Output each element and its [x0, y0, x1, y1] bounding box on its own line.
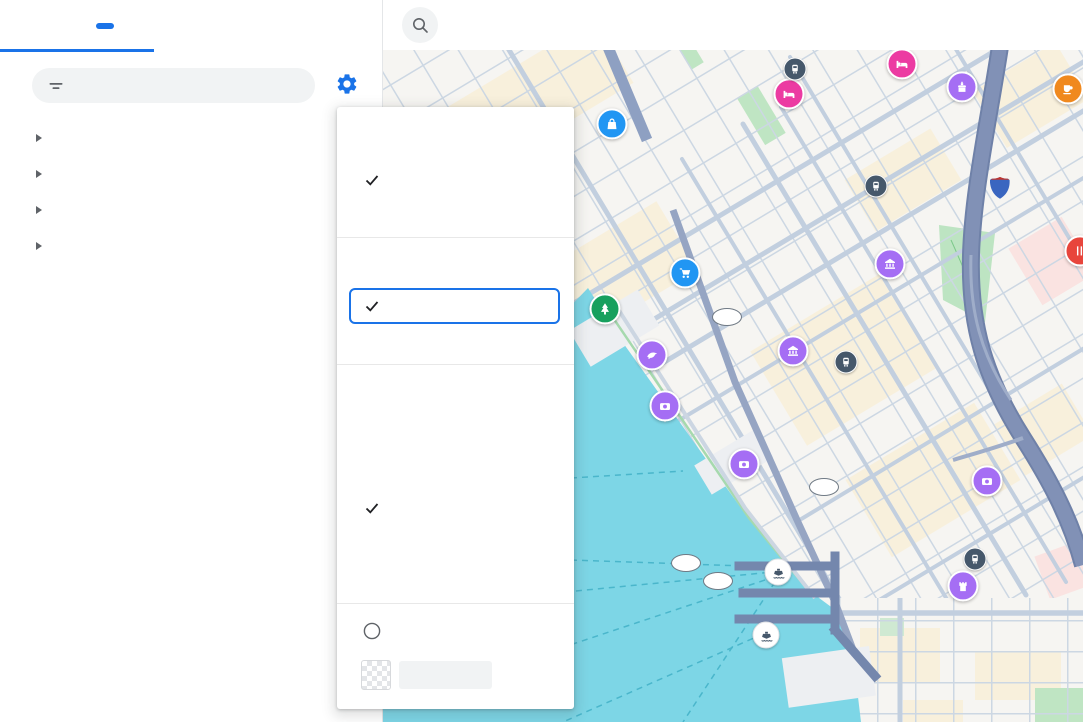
train-icon: [790, 64, 801, 75]
tree-item-political[interactable]: [0, 156, 382, 192]
panel-tabs: [0, 0, 382, 52]
park-marker[interactable]: [590, 293, 620, 333]
app-background-color-heading: [337, 610, 574, 652]
shopping-bag-icon: [606, 117, 619, 130]
fork-icon: [1074, 244, 1083, 257]
hotel-marker[interactable]: [887, 48, 917, 88]
market-marker[interactable]: [670, 257, 700, 297]
tower-marker[interactable]: [948, 570, 978, 610]
chevron-right-icon: [36, 206, 42, 214]
dolphin-icon: [646, 348, 659, 361]
help-icon: [363, 622, 381, 640]
tree-icon: [599, 302, 612, 315]
transit-station-marker[interactable]: [784, 58, 807, 81]
hotel-marker[interactable]: [774, 78, 804, 118]
route-shield-305: [671, 554, 701, 572]
map-toolbar: [383, 0, 1083, 50]
ferry-icon: [759, 628, 773, 642]
museum-marker[interactable]: [778, 335, 808, 375]
transit-station-marker[interactable]: [964, 548, 987, 571]
transit-station-marker[interactable]: [865, 175, 888, 198]
ferry-terminal-marker[interactable]: [765, 559, 792, 586]
route-shield-99: [712, 308, 742, 326]
attraction-marker[interactable]: [650, 390, 680, 430]
check-spacer: [364, 337, 380, 353]
option-standard[interactable]: [349, 288, 560, 324]
store-marker[interactable]: [597, 108, 627, 148]
color-value-field[interactable]: [399, 661, 492, 689]
transit-station-marker[interactable]: [835, 351, 858, 374]
route-shield-304: [703, 572, 733, 590]
gear-icon: [335, 72, 359, 96]
check-spacer: [364, 576, 380, 592]
check-spacer: [364, 424, 380, 440]
section-title-landmarks: [337, 244, 574, 286]
attraction-marker[interactable]: [972, 465, 1002, 505]
shopping-cart-icon: [679, 266, 692, 279]
search-icon: [411, 16, 429, 34]
option-dense[interactable]: [337, 527, 574, 565]
filter-icon: [48, 78, 64, 94]
tree-item-point-of-interest[interactable]: [0, 120, 382, 156]
tree-item-infrastructure[interactable]: [0, 192, 382, 228]
check-icon: [364, 298, 380, 314]
museum-icon: [884, 257, 897, 270]
transparent-color-swatch[interactable]: [361, 660, 391, 690]
camera-icon: [659, 399, 672, 412]
interstate-5-shield: [990, 177, 1010, 199]
option-illustrated[interactable]: [337, 326, 574, 364]
map-settings-menu: [337, 107, 574, 709]
map-style-editor: [0, 0, 1083, 722]
tower-icon: [957, 579, 970, 592]
temple-icon: [956, 80, 969, 93]
bed-icon: [783, 87, 796, 100]
train-icon: [841, 357, 852, 368]
chevron-right-icon: [36, 242, 42, 250]
option-footprints[interactable]: [337, 161, 574, 199]
check-spacer: [364, 462, 380, 478]
section-title-poi-density: [337, 371, 574, 413]
check-spacer: [364, 538, 380, 554]
restaurant-marker[interactable]: [1065, 235, 1083, 275]
check-icon: [364, 500, 380, 516]
settings-button[interactable]: [332, 70, 362, 100]
aquarium-marker[interactable]: [637, 339, 667, 379]
filter-input[interactable]: [76, 77, 280, 94]
tree-item-natural[interactable]: [0, 228, 382, 264]
check-icon: [364, 172, 380, 188]
chevron-right-icon: [36, 134, 42, 142]
section-title-buildings: [337, 119, 574, 161]
attraction-marker[interactable]: [729, 448, 759, 488]
ferry-terminal-marker[interactable]: [753, 622, 780, 649]
bed-icon: [896, 57, 909, 70]
coffee-cup-icon: [1062, 82, 1075, 95]
search-button[interactable]: [402, 7, 438, 43]
feature-tree: [0, 120, 382, 264]
option-very-sparse[interactable]: [337, 413, 574, 451]
landmark-marker[interactable]: [947, 71, 977, 111]
filter-toolbar: [0, 52, 382, 108]
cafe-marker[interactable]: [1053, 73, 1083, 113]
train-icon: [970, 554, 981, 565]
check-spacer: [364, 210, 380, 226]
help-button[interactable]: [363, 622, 381, 640]
style-panel: [0, 0, 383, 722]
option-default[interactable]: [337, 489, 574, 527]
ferry-icon: [771, 565, 785, 579]
train-icon: [871, 181, 882, 192]
option-sparse[interactable]: [337, 451, 574, 489]
option-3d[interactable]: [337, 199, 574, 237]
museum-icon: [787, 344, 800, 357]
chevron-right-icon: [36, 170, 42, 178]
new-badge: [96, 23, 114, 29]
app-background-color-picker: [361, 660, 574, 690]
route-shield-99: [809, 478, 839, 496]
camera-icon: [738, 457, 751, 470]
museum-marker[interactable]: [875, 248, 905, 288]
option-very-dense[interactable]: [337, 565, 574, 603]
camera-icon: [981, 474, 994, 487]
filter-field[interactable]: [32, 68, 315, 103]
